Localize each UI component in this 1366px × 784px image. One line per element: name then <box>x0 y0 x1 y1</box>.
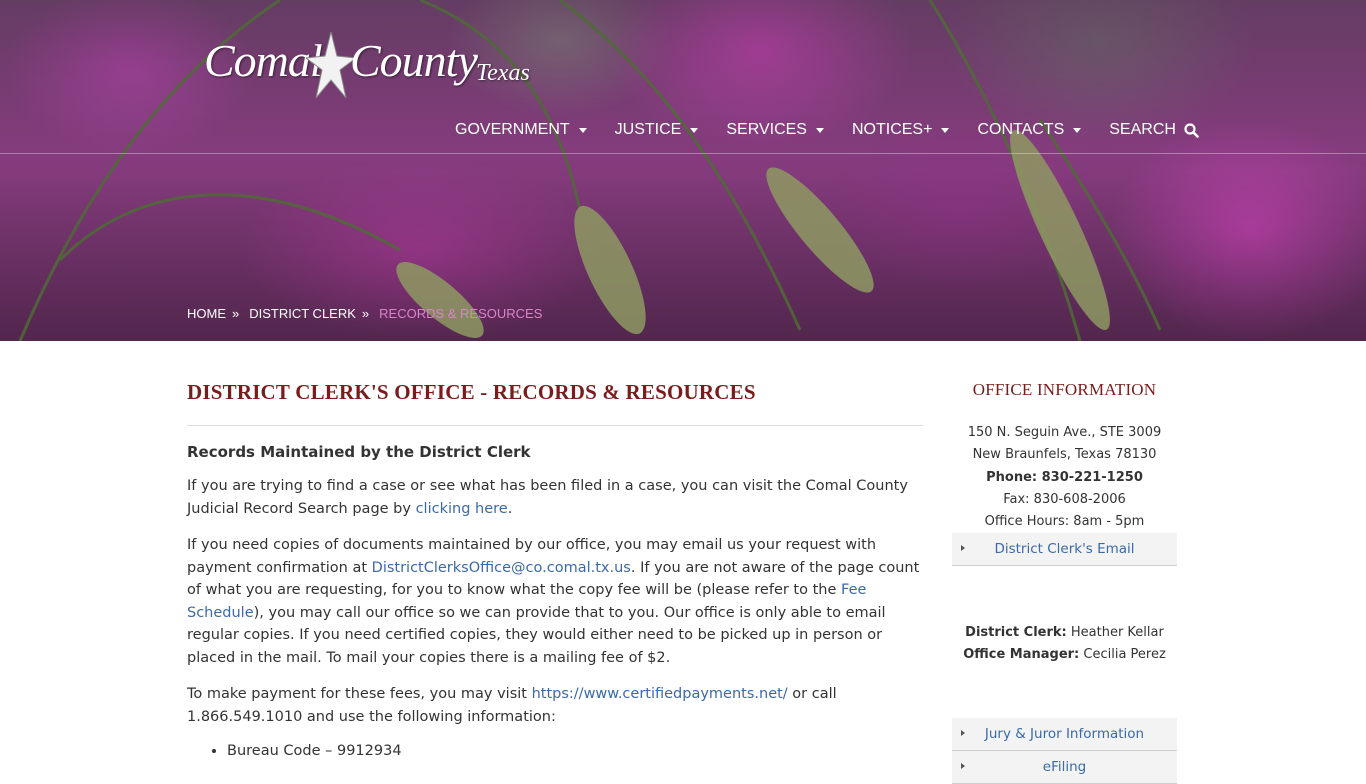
search-icon <box>1184 122 1199 138</box>
paragraph-copies: If you need copies of documents maintain… <box>187 534 923 669</box>
nav-justice[interactable]: JUSTICE <box>615 119 699 141</box>
phone-number: Phone: 830-221-1250 <box>986 469 1143 485</box>
caret-down-icon <box>815 127 824 133</box>
nav-government[interactable]: GOVERNMENT <box>455 119 587 141</box>
paragraph-record-search: If you are trying to find a case or see … <box>187 475 923 520</box>
staff-name: Heather Kellar <box>1066 625 1164 641</box>
staff-label: Office Manager: <box>963 647 1080 663</box>
page-title: DISTRICT CLERK'S OFFICE - RECORDS & RESO… <box>187 380 923 426</box>
staff-info: District Clerk: Heather Kellar Office Ma… <box>952 622 1177 666</box>
staff-name: Cecilia Perez <box>1079 647 1166 663</box>
caret-down-icon <box>690 127 699 133</box>
sidebar-links: Jury & Juror Information eFiling <box>952 718 1177 784</box>
paragraph-text: ), you may call our office so we can pro… <box>187 604 886 666</box>
logo-word-texas: Texas <box>476 60 530 86</box>
address-line-1: 150 N. Seguin Ave., STE 3009 <box>967 425 1162 440</box>
main-content: DISTRICT CLERK'S OFFICE - RECORDS & RESO… <box>187 380 923 763</box>
arrow-right-icon <box>961 763 965 770</box>
district-clerk-line: District Clerk: Heather Kellar <box>952 622 1177 644</box>
office-info-sidebar: OFFICE INFORMATION 150 N. Seguin Ave., S… <box>952 380 1177 784</box>
star-icon <box>306 32 356 98</box>
paragraph-text: . <box>507 500 513 517</box>
side-link-label: District Clerk's Email <box>994 541 1135 558</box>
caret-down-icon <box>1073 127 1082 133</box>
office-manager-line: Office Manager: Cecilia Perez <box>952 644 1177 666</box>
comal-county-logo[interactable]: Comal County Texas <box>204 30 544 105</box>
logo-word-county: County <box>350 35 478 86</box>
section-heading: Records Maintained by the District Clerk <box>187 443 531 461</box>
hero-banner: Comal County Texas GOVERNMENT JUSTICE SE… <box>0 0 1366 341</box>
list-item: Bureau Code – 9912934 <box>227 740 923 763</box>
breadcrumb-current: RECORDS & RESOURCES <box>379 306 543 321</box>
paragraph-payment: To make payment for these fees, you may … <box>187 683 923 728</box>
district-clerk-email-link[interactable]: District Clerk's Email <box>952 533 1177 567</box>
clicking-here-link[interactable]: clicking here <box>416 501 508 517</box>
nav-services[interactable]: SERVICES <box>726 119 824 141</box>
breadcrumb: HOME » DISTRICT CLERK » RECORDS & RESOUR… <box>187 306 542 321</box>
caret-down-icon <box>941 127 950 133</box>
nav-search-label: SEARCH <box>1109 121 1176 138</box>
nav-notices[interactable]: NOTICES+ <box>851 119 950 141</box>
breadcrumb-separator: » <box>361 306 370 321</box>
nav-label: JUSTICE <box>614 121 682 138</box>
logo-word-comal: Comal <box>204 35 323 86</box>
nav-label: NOTICES+ <box>851 121 933 138</box>
paragraph-text: If you are trying to find a case or see … <box>187 478 908 517</box>
caret-down-icon <box>578 127 587 133</box>
nav-label: GOVERNMENT <box>455 121 570 138</box>
breadcrumb-home[interactable]: HOME <box>187 306 226 321</box>
email-link[interactable]: DistrictClerksOffice@co.comal.tx.us <box>372 560 631 576</box>
office-hours: Office Hours: 8am - 5pm <box>984 514 1145 530</box>
arrow-right-icon <box>961 730 965 737</box>
address-line-2: New Braunfels, Texas 78130 <box>972 447 1157 463</box>
payment-info-list: Bureau Code – 9912934 <box>227 740 923 763</box>
nav-contacts[interactable]: CONTACTS <box>977 119 1082 141</box>
certified-payments-link[interactable]: https://www.certifiedpayments.net/ <box>532 686 788 702</box>
arrow-right-icon <box>961 545 965 552</box>
main-nav: GOVERNMENT JUSTICE SERVICES NOTICES+ CON… <box>455 119 1199 141</box>
nav-divider <box>0 153 1366 154</box>
sidebar-title: OFFICE INFORMATION <box>972 380 1157 399</box>
side-link-label: eFiling <box>1042 759 1087 776</box>
breadcrumb-district-clerk[interactable]: DISTRICT CLERK <box>249 306 356 321</box>
jury-juror-link[interactable]: Jury & Juror Information <box>952 718 1177 752</box>
breadcrumb-separator: » <box>232 306 240 321</box>
paragraph-text: To make payment for these fees, you may … <box>187 686 532 702</box>
side-link-label: Jury & Juror Information <box>984 726 1145 743</box>
office-contact-info: 150 N. Seguin Ave., STE 3009 New Braunfe… <box>952 422 1177 533</box>
fax-number: Fax: 830-608-2006 <box>1003 491 1126 507</box>
nav-label: CONTACTS <box>977 121 1065 138</box>
nav-label: SERVICES <box>726 121 807 138</box>
nav-search[interactable]: SEARCH <box>1109 119 1199 141</box>
staff-label: District Clerk: <box>965 625 1067 641</box>
